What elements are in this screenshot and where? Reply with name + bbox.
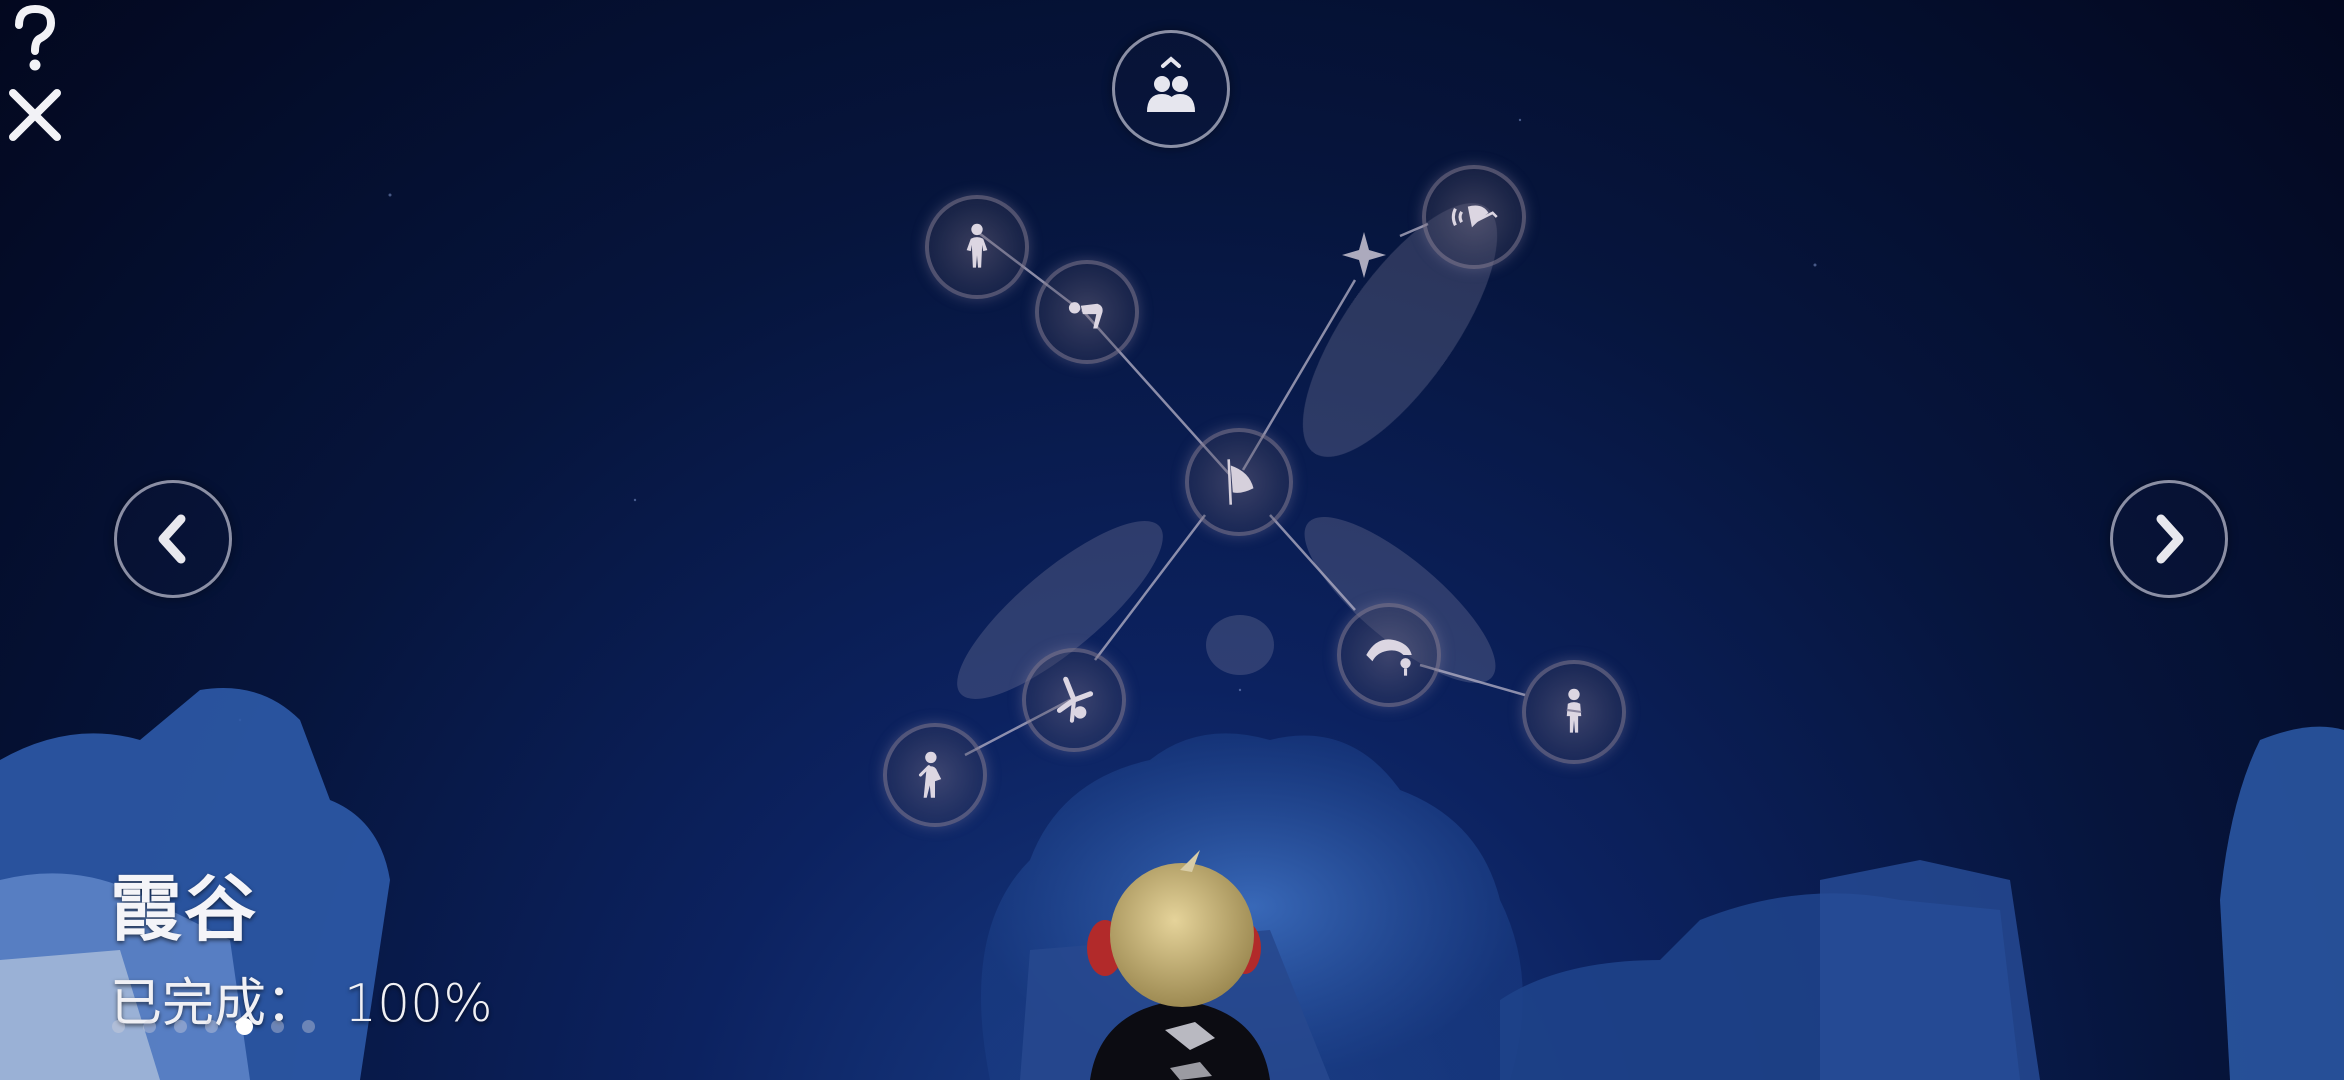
next-area-button[interactable] xyxy=(2110,480,2228,598)
previous-area-button[interactable] xyxy=(114,480,232,598)
spirit-node-cartwheel[interactable] xyxy=(1022,648,1126,752)
spirit-node-bow[interactable] xyxy=(1035,260,1139,364)
sound-ear-icon xyxy=(1451,205,1498,228)
area-name: 霞谷 xyxy=(110,867,259,951)
area-page-indicator xyxy=(112,1018,315,1035)
spirit-node-sound[interactable] xyxy=(1422,165,1526,269)
completion-value: 100% xyxy=(344,974,493,1034)
chevron-right-icon xyxy=(2156,514,2184,564)
page-dot xyxy=(143,1020,156,1033)
page-dot xyxy=(302,1020,315,1033)
page-dot-active xyxy=(236,1018,253,1035)
spirit-node-crossed-arms[interactable] xyxy=(1522,660,1626,764)
stretch-pose-icon xyxy=(918,751,942,798)
page-dot xyxy=(174,1020,187,1033)
cartwheel-pose-icon xyxy=(1056,676,1094,723)
spirit-node-stretch[interactable] xyxy=(883,723,987,827)
crossed-arms-pose-icon xyxy=(1566,688,1582,733)
area-info: 霞谷 已完成： 100% xyxy=(110,850,493,1036)
spirit-node-backflip[interactable] xyxy=(1337,603,1441,707)
cape-spirit-icon xyxy=(1227,459,1254,505)
spirit-node-center[interactable] xyxy=(1185,428,1293,536)
backflip-pose-icon xyxy=(1366,639,1412,676)
chevron-left-icon xyxy=(158,514,186,564)
standing-pose-icon xyxy=(966,223,988,268)
constellation-star-icon xyxy=(1342,232,1386,278)
spirit-node-standing[interactable] xyxy=(925,195,1029,299)
friends-icon xyxy=(1147,56,1195,112)
page-dot xyxy=(205,1020,218,1033)
bow-pose-icon xyxy=(1068,302,1103,329)
page-dot xyxy=(112,1020,125,1033)
friends-button[interactable] xyxy=(1112,30,1230,148)
page-dot xyxy=(271,1020,284,1033)
